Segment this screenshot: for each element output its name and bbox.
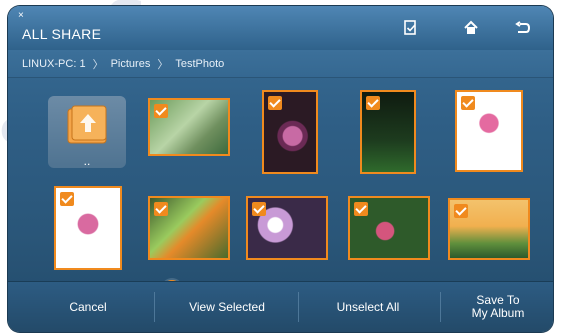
breadcrumb-item-linux-pc[interactable]: LINUX-PC: 1: [22, 58, 86, 70]
document-check-button[interactable]: [392, 14, 430, 42]
parent-folder-tile[interactable]: ..: [48, 96, 126, 168]
photo-thumbnail[interactable]: [348, 196, 430, 260]
breadcrumb: LINUX-PC: 1 〉 Pictures 〉 TestPhoto: [8, 50, 553, 78]
checkbox-checked-icon[interactable]: [366, 96, 380, 110]
breadcrumb-separator-icon: 〉: [92, 58, 104, 71]
checkbox-checked-icon[interactable]: [454, 204, 468, 218]
folder-icon: [62, 102, 112, 153]
checkbox-checked-icon[interactable]: [154, 202, 168, 216]
my-album-label: My Album: [471, 306, 525, 320]
breadcrumb-item-testphoto[interactable]: TestPhoto: [175, 58, 224, 70]
home-button[interactable]: [452, 14, 490, 42]
divider: [154, 292, 155, 322]
photo-thumbnail[interactable]: [448, 198, 530, 260]
photo-thumbnail[interactable]: [54, 186, 122, 270]
checkbox-checked-icon[interactable]: [60, 192, 74, 206]
thumbnail-grid: ..: [8, 84, 553, 274]
unselect-all-button[interactable]: Unselect All: [308, 290, 428, 324]
page-title: ALL SHARE: [22, 26, 102, 42]
checkbox-checked-icon[interactable]: [354, 202, 368, 216]
photo-thumbnail[interactable]: [148, 196, 230, 260]
top-bar: × ALL SHARE: [8, 6, 553, 51]
save-to-my-album-button[interactable]: Save To My Album: [448, 290, 548, 324]
bottom-action-bar: Cancel View Selected Unselect All Save T…: [8, 281, 553, 332]
cancel-button[interactable]: Cancel: [34, 290, 142, 324]
photo-thumbnail[interactable]: [262, 90, 318, 174]
checkbox-checked-icon[interactable]: [252, 202, 266, 216]
view-selected-button[interactable]: View Selected: [166, 290, 288, 324]
back-button[interactable]: [504, 14, 542, 42]
breadcrumb-item-pictures[interactable]: Pictures: [111, 58, 151, 70]
back-icon: [514, 20, 532, 36]
checkbox-checked-icon[interactable]: [268, 96, 282, 110]
close-icon[interactable]: ×: [18, 10, 24, 21]
document-check-icon: [403, 20, 419, 36]
parent-folder-label: ..: [83, 154, 91, 168]
photo-thumbnail[interactable]: [455, 90, 523, 172]
photo-thumbnail[interactable]: [148, 98, 230, 156]
checkbox-checked-icon[interactable]: [154, 104, 168, 118]
divider: [440, 292, 441, 322]
photo-thumbnail[interactable]: [246, 196, 328, 260]
checkbox-checked-icon[interactable]: [461, 96, 475, 110]
divider: [298, 292, 299, 322]
breadcrumb-separator-icon: 〉: [157, 58, 169, 71]
all-share-window: × ALL SHARE LINUX-PC: 1 〉 Pictures 〉 Tes…: [8, 6, 553, 332]
photo-thumbnail[interactable]: [360, 90, 416, 174]
home-icon: [463, 20, 479, 36]
